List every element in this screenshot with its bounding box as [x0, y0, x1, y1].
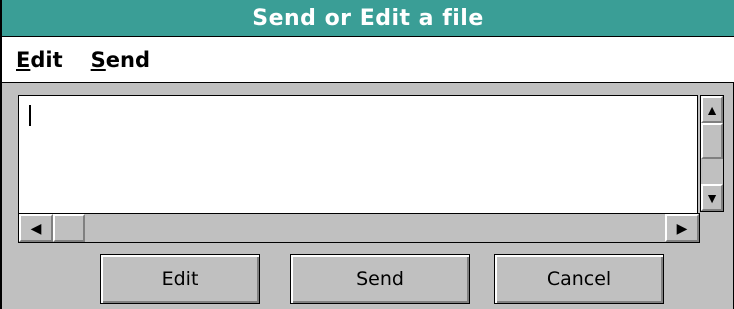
edit-button[interactable]: Edit — [100, 254, 260, 304]
scroll-corner — [700, 212, 724, 243]
file-text-editor[interactable] — [19, 96, 697, 214]
menu-edit-accel: E — [16, 47, 31, 72]
cancel-button[interactable]: Cancel — [494, 254, 664, 304]
vertical-scroll-thumb[interactable] — [701, 123, 723, 159]
menu-send-accel: S — [90, 47, 106, 72]
vertical-scrollbar[interactable]: ▲ ▼ — [700, 95, 724, 212]
menu-send-rest: end — [105, 47, 150, 72]
up-arrow-icon[interactable]: ▲ — [701, 96, 723, 123]
menu-edit[interactable]: Edit — [2, 48, 75, 72]
send-button[interactable]: Send — [290, 254, 470, 304]
left-arrow-icon[interactable]: ◀ — [19, 214, 53, 242]
down-arrow-icon[interactable]: ▼ — [701, 184, 723, 211]
text-cursor — [29, 105, 31, 126]
window-title: Send or Edit a file — [2, 0, 734, 37]
menu-bar: Edit Send — [2, 37, 734, 83]
horizontal-scrollbar[interactable]: ◀ ▶ — [18, 213, 700, 243]
right-arrow-icon[interactable]: ▶ — [665, 214, 699, 242]
menu-send[interactable]: Send — [79, 48, 162, 72]
horizontal-scroll-thumb[interactable] — [53, 214, 85, 242]
send-edit-dialog: Send or Edit a file Edit Send ▲ ▼ ◀ ▶ Ed… — [0, 0, 734, 309]
menu-edit-rest: dit — [30, 47, 63, 72]
